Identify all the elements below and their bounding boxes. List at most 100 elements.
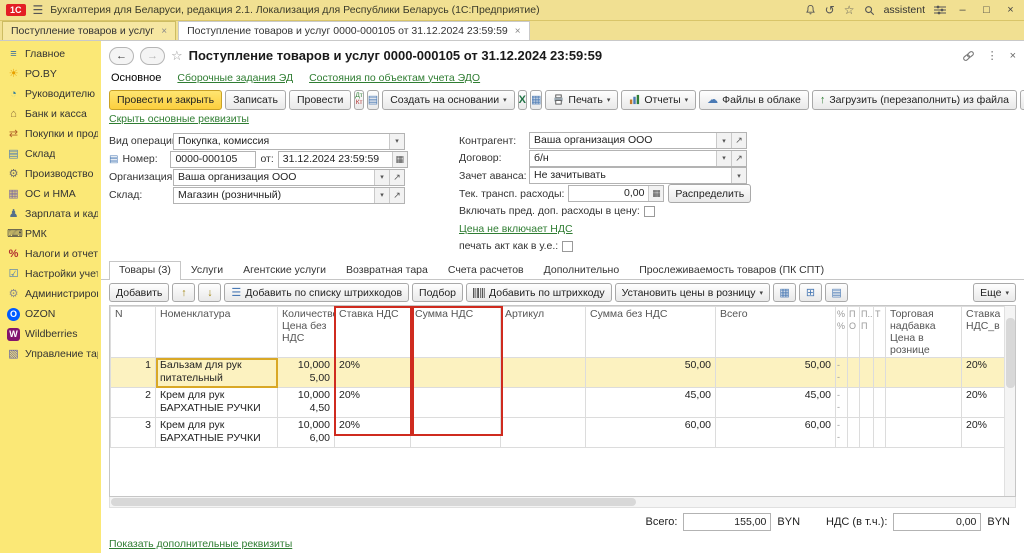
sidebar-item-production[interactable]: ⚙Производство xyxy=(0,164,101,184)
set-retail-prices-button[interactable]: Установить цены в розницу▾ xyxy=(615,283,770,302)
notifications-bell-icon[interactable] xyxy=(805,4,816,16)
transport-costs-input[interactable]: 0,00 ▦ xyxy=(568,185,664,202)
price-vat-mode-link[interactable]: Цена не включает НДС xyxy=(459,223,573,235)
history-icon[interactable]: ↺ xyxy=(825,3,835,17)
scrollbar-thumb[interactable] xyxy=(1006,318,1015,388)
calendar-icon[interactable]: ▦ xyxy=(392,152,407,167)
add-by-barcode-list-button[interactable]: ☰Добавить по списку штрихкодов xyxy=(224,283,409,302)
cell-article[interactable] xyxy=(501,418,586,448)
operation-type-select[interactable]: Покупка, комиссия ▾ xyxy=(173,133,405,150)
number-input[interactable]: 0000-000105 xyxy=(170,151,256,168)
tab-goods[interactable]: Товары (3) xyxy=(109,261,181,280)
tab-main[interactable]: Основное xyxy=(111,72,161,84)
distribute-button[interactable]: Распределить xyxy=(668,184,751,203)
col-flag-1[interactable]: %% xyxy=(836,307,848,358)
create-based-on-button[interactable]: Создать на основании▾ xyxy=(382,90,514,110)
forward-button[interactable]: → xyxy=(140,47,165,65)
cell-flag[interactable] xyxy=(860,388,874,418)
close-document-icon[interactable]: × xyxy=(1010,50,1016,62)
save-button[interactable]: Записать xyxy=(225,90,286,110)
post-and-close-button[interactable]: Провести и закрыть xyxy=(109,90,222,110)
tab-returnable-packaging[interactable]: Возвратная тара xyxy=(336,261,438,279)
cell-vat-sum[interactable] xyxy=(411,418,501,448)
tab-receipt-list[interactable]: Поступление товаров и услуг × xyxy=(2,21,176,40)
cell-article[interactable] xyxy=(501,358,586,388)
open-icon[interactable]: ↗ xyxy=(389,170,404,185)
move-up-button[interactable]: ↑ xyxy=(172,283,195,302)
tab-services[interactable]: Услуги xyxy=(181,261,233,279)
add-by-barcode-button[interactable]: Добавить по штрихкоду xyxy=(466,283,612,302)
close-icon[interactable]: × xyxy=(515,26,521,37)
col-markup[interactable]: Торговая надбавкаЦена в рознице xyxy=(886,307,962,358)
cell-flag[interactable] xyxy=(848,418,860,448)
tab-agent-services[interactable]: Агентские услуги xyxy=(233,261,336,279)
col-sum-wo-vat[interactable]: Сумма без НДС xyxy=(586,307,716,358)
chevron-down-icon[interactable]: ▾ xyxy=(374,170,389,185)
cell-flag[interactable]: -- xyxy=(836,388,848,418)
col-nomenclature[interactable]: Номенклатура xyxy=(156,307,278,358)
cell-vat-rate[interactable]: 20% xyxy=(335,358,411,388)
table-row[interactable]: 1 Бальзам для рук питательный 10,0005,00… xyxy=(111,358,1017,388)
cell-markup[interactable] xyxy=(886,418,962,448)
col-article[interactable]: Артикул xyxy=(501,307,586,358)
maximize-button[interactable]: □ xyxy=(979,4,994,16)
advance-offset-select[interactable]: Не зачитывать ▾ xyxy=(529,167,747,184)
sidebar-item-main[interactable]: ≡Главное xyxy=(0,44,101,64)
organization-select[interactable]: Ваша организация ООО ▾ ↗ xyxy=(173,169,405,186)
export-excel-button[interactable]: X xyxy=(518,90,527,110)
horizontal-scrollbar[interactable] xyxy=(109,497,1016,508)
scrollbar-thumb[interactable] xyxy=(111,498,636,506)
cell-flag[interactable] xyxy=(848,388,860,418)
sidebar-item-wildberries[interactable]: WWildberries xyxy=(0,324,101,344)
grid-more-button[interactable]: Еще▾ xyxy=(973,283,1016,302)
cell-total[interactable]: 60,00 xyxy=(716,418,836,448)
get-link-icon[interactable] xyxy=(962,50,975,62)
chevron-down-icon[interactable]: ▾ xyxy=(374,188,389,203)
warehouse-select[interactable]: Магазин (розничный) ▾ ↗ xyxy=(173,187,405,204)
post-button[interactable]: Провести xyxy=(289,90,351,110)
grid-settings-button[interactable]: ▦ xyxy=(773,283,796,302)
cell-nomenclature[interactable]: Крем для рук БАРХАТНЫЕ РУЧКИ xyxy=(156,418,278,448)
col-vat-rate[interactable]: Ставка НДС xyxy=(335,307,411,358)
sidebar-item-po-by[interactable]: ☀РО.BY xyxy=(0,64,101,84)
sidebar-item-salary-hr[interactable]: ♟Зарплата и кадры xyxy=(0,204,101,224)
show-additional-requisites-link[interactable]: Показать дополнительные реквизиты xyxy=(109,538,292,550)
cell-flag[interactable] xyxy=(848,358,860,388)
cell-flag[interactable] xyxy=(874,388,886,418)
hide-requisites-link[interactable]: Скрыть основные реквизиты xyxy=(109,113,249,125)
cell-nomenclature[interactable]: Крем для рук БАРХАТНЫЕ РУЧКИ xyxy=(156,388,278,418)
cell-qty-price[interactable]: 10,0004,50 xyxy=(278,388,335,418)
close-icon[interactable]: × xyxy=(161,26,167,37)
sidebar-item-taxes-reports[interactable]: %Налоги и отчетность xyxy=(0,244,101,264)
col-total[interactable]: Всего xyxy=(716,307,836,358)
tab-assembly-tasks[interactable]: Сборочные задания ЭД xyxy=(177,72,293,84)
table-row[interactable]: 3 Крем для рук БАРХАТНЫЕ РУЧКИ 10,0006,0… xyxy=(111,418,1017,448)
cell-n[interactable]: 2 xyxy=(111,388,156,418)
cell-flag[interactable] xyxy=(874,418,886,448)
sidebar-item-administration[interactable]: ⚙Администрирование xyxy=(0,284,101,304)
search-icon[interactable] xyxy=(864,5,875,16)
tab-traceability[interactable]: Прослеживаемость товаров (ПК СПТ) xyxy=(629,261,834,279)
cell-vat-rate[interactable]: 20% xyxy=(335,418,411,448)
chevron-down-icon[interactable]: ▾ xyxy=(716,151,731,166)
table-view-button[interactable]: ▦ xyxy=(530,90,542,110)
tab-additional[interactable]: Дополнительно xyxy=(534,261,630,279)
cell-sum-wo-vat[interactable]: 60,00 xyxy=(586,418,716,448)
add-row-button[interactable]: Добавить xyxy=(109,283,169,302)
vertical-scrollbar[interactable] xyxy=(1004,306,1015,496)
reports-button[interactable]: Отчеты▾ xyxy=(621,90,696,110)
cell-qty-price[interactable]: 10,0006,00 xyxy=(278,418,335,448)
cell-flag[interactable] xyxy=(860,358,874,388)
col-n[interactable]: N xyxy=(111,307,156,358)
pick-button[interactable]: Подбор xyxy=(412,283,463,302)
cell-flag[interactable] xyxy=(860,418,874,448)
include-expenses-checkbox[interactable] xyxy=(644,206,655,217)
counterparty-select[interactable]: Ваша организация ООО ▾ ↗ xyxy=(529,132,747,149)
minimize-button[interactable]: – xyxy=(955,4,970,16)
cell-vat-rate[interactable]: 20% xyxy=(335,388,411,418)
cell-n[interactable]: 1 xyxy=(111,358,156,388)
table-row[interactable]: 2 Крем для рук БАРХАТНЫЕ РУЧКИ 10,0004,5… xyxy=(111,388,1017,418)
cell-total[interactable]: 45,00 xyxy=(716,388,836,418)
sidebar-item-tariff-management[interactable]: ▧Управление тарифом xyxy=(0,344,101,364)
more-actions-icon[interactable]: ⋮ xyxy=(987,49,998,62)
